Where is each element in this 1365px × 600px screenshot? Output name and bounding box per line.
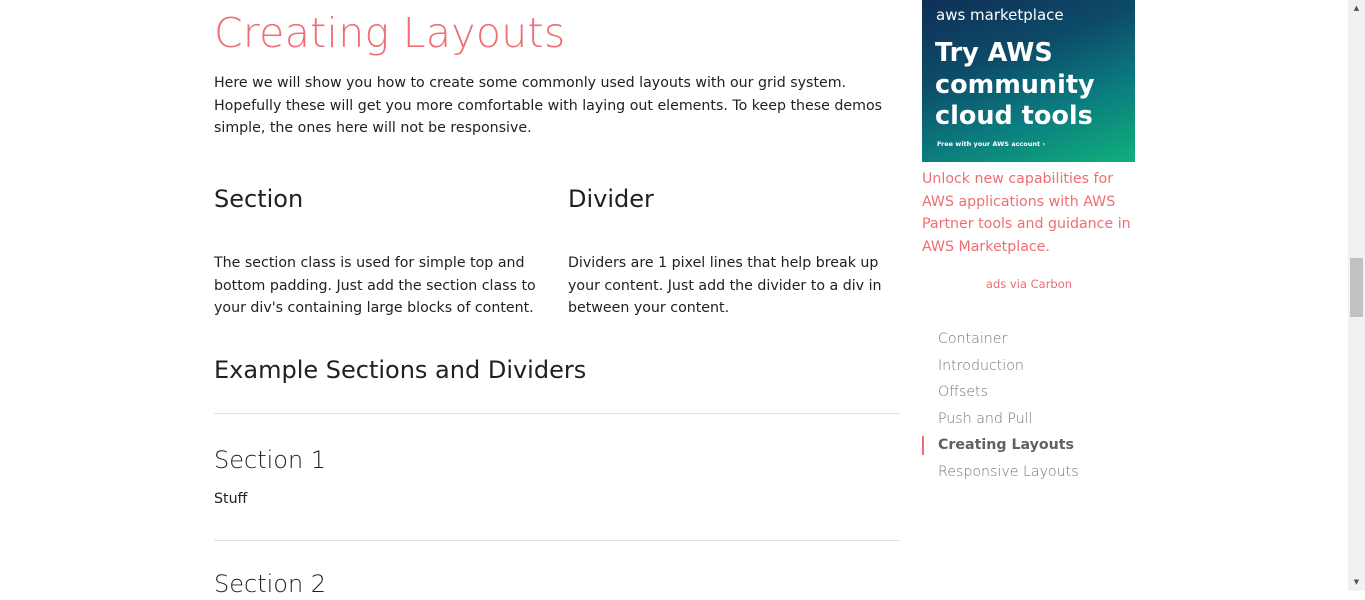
- toc-item-responsive-layouts[interactable]: Responsive Layouts: [922, 459, 1136, 486]
- example-heading: Example Sections and Dividers: [214, 356, 587, 384]
- intro-paragraph: Here we will show you how to create some…: [214, 75, 883, 136]
- divider-column: Divider Dividers are 1 pixel lines that …: [568, 183, 900, 320]
- scroll-down-icon[interactable]: ▼: [1348, 574, 1365, 591]
- toc-item-push-and-pull[interactable]: Push and Pull: [922, 406, 1136, 433]
- aws-marketplace-logo: aws marketplace: [936, 6, 1064, 24]
- section-description: The section class is used for simple top…: [214, 255, 536, 316]
- ad-banner[interactable]: aws marketplace Try AWS community cloud …: [922, 0, 1135, 162]
- scrollbar-thumb[interactable]: [1350, 258, 1363, 317]
- example-section-title: Section 1: [214, 446, 327, 474]
- example-section-text: Stuff: [214, 491, 248, 507]
- scroll-up-icon[interactable]: ▲: [1348, 0, 1365, 17]
- example-section-title: Section 2: [214, 570, 327, 598]
- toc-item-introduction[interactable]: Introduction: [922, 353, 1136, 380]
- ads-via-carbon-link[interactable]: ads via Carbon: [922, 276, 1136, 292]
- divider-line: [214, 540, 900, 541]
- page-title: Creating Layouts: [214, 9, 566, 57]
- divider-description: Dividers are 1 pixel lines that help bre…: [568, 255, 882, 316]
- ad-headline: Try AWS community cloud tools: [935, 38, 1095, 131]
- ad-cta: Free with your AWS account ›: [937, 140, 1046, 148]
- section-column: Section The section class is used for si…: [214, 183, 546, 320]
- divider-line: [214, 413, 900, 414]
- toc-item-container[interactable]: Container: [922, 326, 1136, 353]
- toc-item-creating-layouts[interactable]: Creating Layouts: [922, 432, 1136, 459]
- table-of-contents: Container Introduction Offsets Push and …: [922, 326, 1136, 485]
- vertical-scrollbar[interactable]: ▲ ▼: [1348, 0, 1365, 591]
- section-heading: Section: [214, 185, 304, 213]
- ad-text-link[interactable]: Unlock new capabilities for AWS applicat…: [922, 168, 1136, 258]
- divider-heading: Divider: [568, 185, 654, 213]
- toc-item-offsets[interactable]: Offsets: [922, 379, 1136, 406]
